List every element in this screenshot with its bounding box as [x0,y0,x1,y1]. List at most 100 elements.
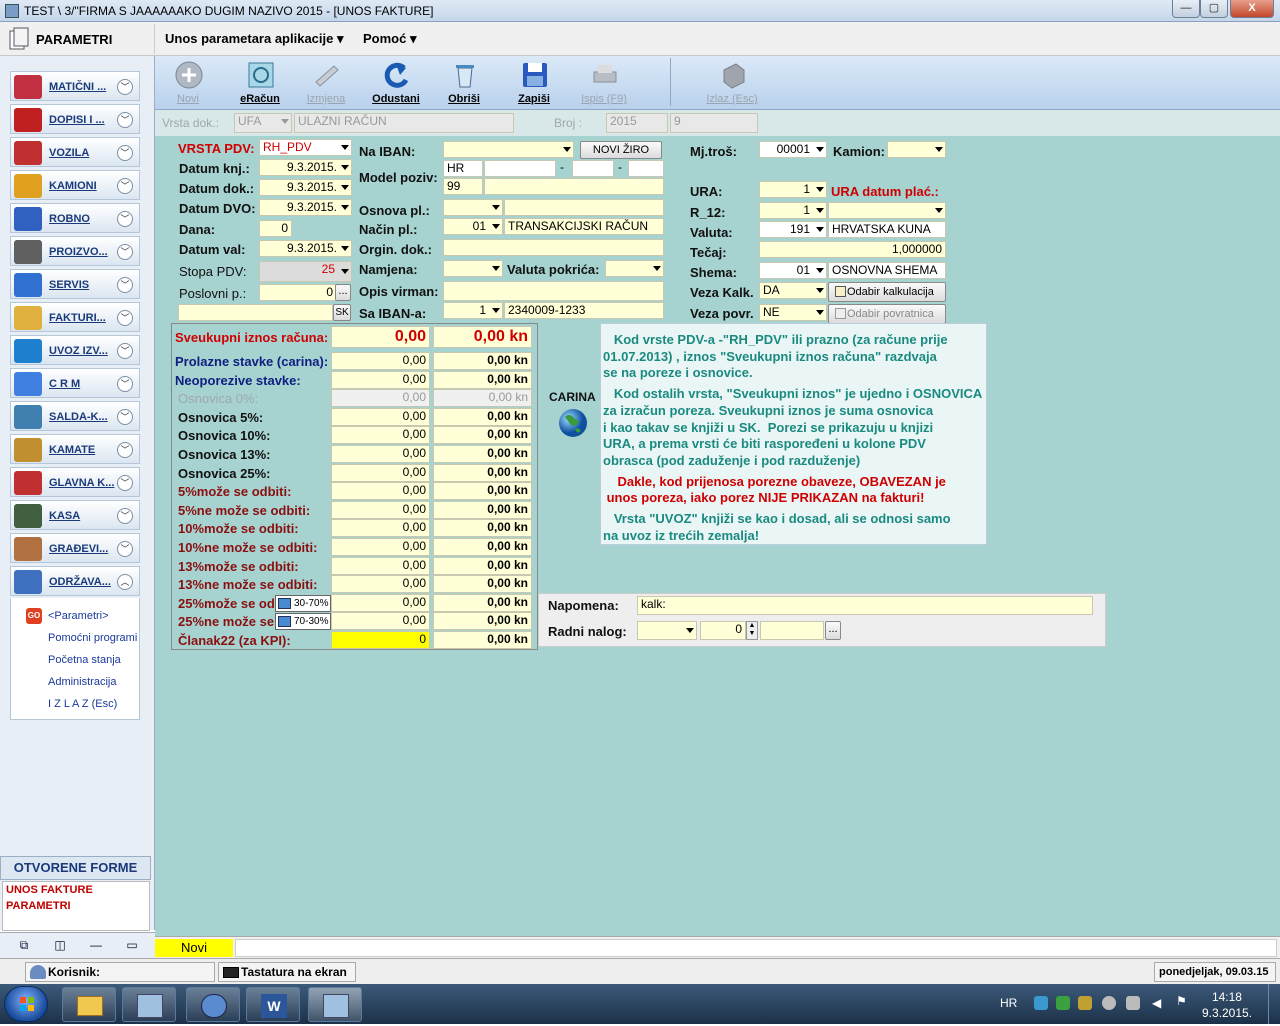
show-desktop-button[interactable] [1268,984,1280,1024]
clock[interactable]: 14:18 9.3.2015. [1202,989,1252,1021]
keyboard-button[interactable]: Tastatura na ekran [218,962,356,982]
shema-select[interactable]: 01 [759,262,827,279]
osnova-pl-select[interactable] [443,199,503,216]
sidebar-item[interactable]: VOZILA ﹀ [10,137,140,167]
kamion-select[interactable] [887,141,946,158]
chevron-down-icon[interactable]: ﹀ [117,112,133,128]
toolbar-button[interactable]: Novi [156,58,220,108]
broj-field[interactable]: 9 [670,113,758,133]
sk-field[interactable] [178,304,333,321]
total-row-value[interactable]: 0 [331,631,430,649]
start-button[interactable] [4,986,48,1022]
chevron-down-icon[interactable]: ﹀ [117,310,133,326]
total-row-value[interactable]: 0,00 [331,575,430,594]
sidebar-item[interactable]: PROIZVO... ﹀ [10,236,140,266]
poziv-odobrenja-field[interactable] [484,178,664,195]
sidebar-subitem[interactable]: Početna stanja [48,654,121,666]
r12-select[interactable]: 1 [759,202,827,219]
poslovni-p-browse-button[interactable]: ... [335,284,351,301]
minimize-button[interactable]: — [1172,0,1200,18]
chevron-down-icon[interactable]: ﹀ [117,343,133,359]
chevron-down-icon[interactable]: ﹀ [117,508,133,524]
odabir-povratnica-button[interactable]: Odabir povratnica [828,304,946,324]
sidebar-item[interactable]: ODRŽAVA... ︿ [10,566,140,596]
window-icon[interactable]: ▭ [122,938,142,954]
toolbar-button[interactable]: Ispis (F9) [572,58,636,108]
sidebar-item[interactable]: GRAĐEVI... ﹀ [10,533,140,563]
menu-pomoc[interactable]: Pomoć ▾ [363,31,416,47]
chevron-down-icon[interactable]: ﹀ [117,178,133,194]
poziv-field-3[interactable] [628,160,664,177]
sveukupni-iznos-field[interactable]: 0,00 [331,326,430,348]
chevron-down-icon[interactable]: ﹀ [117,409,133,425]
sa-iban-select[interactable]: 1 [443,302,503,319]
veza-kalk-select[interactable]: DA [759,282,827,299]
sk-button[interactable]: SK [333,304,351,321]
total-row-value[interactable]: 0,00 [331,370,430,389]
total-row-value[interactable]: 0,00 [331,556,430,575]
radni-nalog-field[interactable] [760,621,824,640]
odabir-kalkulacija-button[interactable]: Odabir kalkulacija [828,282,946,302]
taskbar-word[interactable]: W [246,987,300,1022]
chevron-down-icon[interactable]: ﹀ [117,277,133,293]
stopa-pdv-select[interactable]: 25 [259,261,352,282]
total-row-value[interactable]: 0,00 [331,445,430,463]
toolbar-button[interactable]: Obriši [432,58,496,108]
sidebar-item[interactable]: C R M ﹀ [10,368,140,398]
poziv-field-1[interactable] [484,160,556,177]
language-indicator[interactable]: HR [1000,996,1017,1010]
nacin-pl-select[interactable]: 01 [443,218,503,235]
total-row-value[interactable]: 0,00 [331,426,430,445]
total-row-value[interactable]: 0,00 [331,352,430,370]
sidebar-subitem[interactable]: I Z L A Z (Esc) [48,698,117,710]
sidebar-item[interactable]: SERVIS ﹀ [10,269,140,299]
opis-virman-field[interactable] [443,281,664,301]
sidebar-item[interactable]: ROBNO ﹀ [10,203,140,233]
napomena-field[interactable]: kalk: [637,596,1093,615]
sidebar-subitem[interactable]: <Parametri> [48,610,109,622]
datum-dvo-field[interactable]: 9.3.2015. [259,199,352,216]
toolbar-button[interactable]: Odustani [364,58,428,108]
total-row-value[interactable]: 0,00 [331,500,430,519]
menu-unos-parametara[interactable]: Unos parametara aplikacije ▾ [165,31,344,47]
total-row-value[interactable]: 0,00 [331,593,430,612]
tray-icon[interactable] [1034,996,1048,1010]
parametri-tab[interactable]: PARAMETRI [0,24,155,54]
sidebar-item[interactable]: KAMATE ﹀ [10,434,140,464]
ratio-badge[interactable]: 30-70% [275,594,331,612]
novi-ziro-button[interactable]: NOVI ŽIRO [580,141,662,159]
veza-povr-select[interactable]: NE [759,304,827,321]
tray-icon[interactable] [1078,996,1092,1010]
sidebar-item[interactable]: GLAVNA K... ﹀ [10,467,140,497]
poziv-field-2[interactable] [572,160,614,177]
godina-field[interactable]: 2015 [606,113,668,133]
toolbar-button[interactable]: Izmjena [294,58,358,108]
total-row-value[interactable]: 0,00 [331,519,430,538]
flag-icon[interactable]: ⚑ [1176,994,1190,1010]
chevron-down-icon[interactable]: ﹀ [117,244,133,260]
radni-nalog-num[interactable]: 0 [700,621,746,640]
datum-knj-field[interactable]: 9.3.2015. [259,159,352,176]
sidebar-subitem[interactable]: Administracija [48,676,116,688]
na-iban-select[interactable] [443,141,574,158]
toolbar-button[interactable]: Izlaz (Esc) [700,58,764,108]
tray-icon[interactable] [1056,996,1070,1010]
tray-icon[interactable] [1126,996,1140,1010]
namjena-select[interactable] [443,260,503,277]
spinner-icon[interactable]: ▲ ▼ [746,621,758,640]
total-row-value[interactable]: 0,00 [331,482,430,501]
ratio-badge[interactable]: 70-30% [275,613,331,631]
chevron-down-icon[interactable]: ﹀ [117,442,133,458]
sidebar-item[interactable]: SALDA-K... ﹀ [10,401,140,431]
chevron-down-icon[interactable]: ﹀ [117,145,133,161]
total-row-value[interactable]: 0,00 [331,389,430,408]
tile-vertical-icon[interactable]: ◫ [50,938,70,954]
sidebar-item[interactable]: KAMIONI ﹀ [10,170,140,200]
sidebar-item[interactable]: KASA ﹀ [10,500,140,530]
chevron-down-icon[interactable]: ﹀ [117,541,133,557]
sidebar-subitem[interactable]: Pomoćni programi [48,632,137,644]
chevron-up-icon[interactable]: ︿ [117,574,133,590]
total-row-value[interactable]: 0,00 [331,407,430,426]
taskbar-app-active[interactable] [308,987,362,1022]
ura-select[interactable]: 1 [759,181,827,198]
